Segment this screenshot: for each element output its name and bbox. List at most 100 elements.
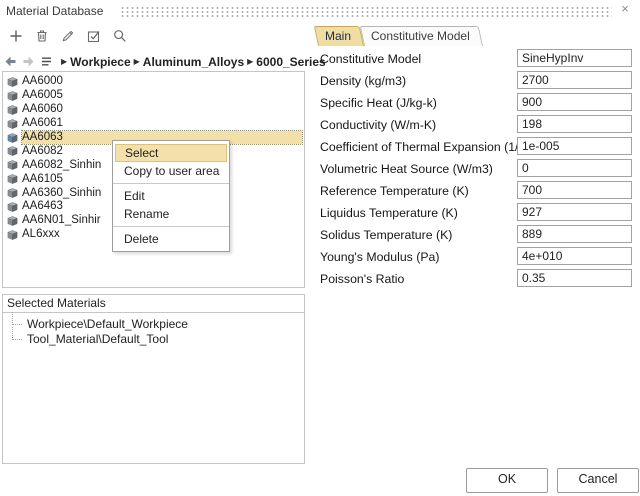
material-cube-icon	[7, 76, 18, 88]
field-label: Volumetric Heat Source (W/m3)	[320, 162, 493, 176]
material-name: AL6xxx	[22, 228, 60, 241]
property-field-row: Coefficient of Thermal Expansion (1/K)	[320, 137, 633, 159]
field-label: Specific Heat (J/kg-k)	[320, 96, 437, 110]
material-list-item[interactable]: AA6060	[3, 103, 304, 117]
field-label: Liquidus Temperature (K)	[320, 206, 458, 220]
context-menu-item[interactable]: Select	[115, 144, 227, 162]
tab-main[interactable]: Main	[318, 26, 364, 46]
property-tabs: Main Constitutive Model	[318, 26, 483, 46]
property-field-row: Volumetric Heat Source (W/m3)	[320, 159, 633, 181]
field-label: Reference Temperature (K)	[320, 184, 469, 198]
field-label: Coefficient of Thermal Expansion (1/K)	[320, 140, 531, 154]
field-value-input[interactable]	[517, 247, 632, 265]
material-name: AA6N01_Sinhir	[22, 214, 101, 227]
field-label: Constitutive Model	[320, 52, 421, 66]
field-label: Young's Modulus (Pa)	[320, 250, 439, 264]
field-value-input[interactable]	[517, 225, 632, 243]
property-field-row: Poisson's Ratio	[320, 269, 633, 291]
back-arrow-icon[interactable]	[4, 55, 17, 68]
material-list-item[interactable]: AA6005	[3, 89, 304, 103]
context-menu-item[interactable]: Edit	[115, 187, 227, 205]
material-cube-icon	[7, 118, 18, 130]
breadcrumb-separator-icon: ▶	[61, 57, 67, 66]
pencil-icon	[61, 29, 75, 43]
selected-materials-panel: Selected Materials Workpiece\Default_Wor…	[2, 294, 305, 464]
context-menu-item[interactable]: Rename	[115, 205, 227, 223]
property-field-row: Young's Modulus (Pa)	[320, 247, 633, 269]
property-fields: Constitutive Model Density (kg/m3) Speci…	[320, 49, 633, 291]
breadcrumb-item[interactable]: Aluminum_Alloys	[143, 55, 244, 69]
ok-button[interactable]: OK	[466, 468, 548, 493]
edit-button[interactable]	[61, 29, 75, 43]
field-value-input[interactable]	[517, 159, 632, 177]
material-name: AA6360_Sinhin	[22, 187, 101, 200]
material-cube-icon	[7, 132, 18, 144]
select-check-button[interactable]	[87, 29, 101, 43]
material-list-item[interactable]: AA6000	[3, 75, 304, 89]
field-label: Conductivity (W/m-K)	[320, 118, 436, 132]
close-icon[interactable]: ×	[617, 1, 633, 17]
material-name: AA6060	[22, 103, 63, 116]
material-name: AA6082	[22, 145, 63, 158]
material-name: AA6061	[22, 117, 63, 130]
delete-button[interactable]	[35, 29, 49, 43]
property-field-row: Density (kg/m3)	[320, 71, 633, 93]
breadcrumb-item[interactable]: Workpiece	[70, 55, 130, 69]
field-value-input[interactable]	[517, 93, 632, 111]
selected-material-item[interactable]: Tool_Material\Default_Tool	[3, 332, 304, 347]
selected-material-item[interactable]: Workpiece\Default_Workpiece	[3, 317, 304, 332]
field-label: Poisson's Ratio	[320, 272, 404, 286]
field-value-input[interactable]	[517, 115, 632, 133]
breadcrumb-separator-icon: ▶	[247, 57, 253, 66]
material-name: AA6463	[22, 200, 63, 213]
field-value-input[interactable]	[517, 181, 632, 199]
breadcrumb-separator-icon: ▶	[134, 57, 140, 66]
window-title: Material Database	[6, 4, 103, 18]
material-cube-icon	[7, 145, 18, 157]
material-cube-icon	[7, 159, 18, 171]
context-menu-separator	[113, 183, 229, 184]
material-cube-icon	[7, 187, 18, 199]
property-field-row: Constitutive Model	[320, 49, 633, 71]
material-cube-icon	[7, 229, 18, 241]
check-square-icon	[87, 29, 101, 43]
material-name: AA6005	[22, 89, 63, 102]
context-menu: SelectCopy to user area EditRename Delete	[112, 140, 230, 252]
selected-materials-tree: Workpiece\Default_WorkpieceTool_Material…	[3, 313, 304, 347]
context-menu-separator	[113, 226, 229, 227]
list-menu-icon[interactable]	[40, 55, 53, 68]
material-cube-icon	[7, 215, 18, 227]
cancel-button[interactable]: Cancel	[557, 468, 639, 493]
material-cube-icon	[7, 90, 18, 102]
field-label: Solidus Temperature (K)	[320, 228, 452, 242]
material-name: AA6082_Sinhin	[22, 159, 101, 172]
field-value-input[interactable]	[517, 49, 632, 67]
property-field-row: Liquidus Temperature (K)	[320, 203, 633, 225]
forward-arrow-icon[interactable]	[22, 55, 35, 68]
add-button[interactable]	[9, 29, 23, 43]
search-button[interactable]	[113, 29, 127, 43]
property-field-row: Conductivity (W/m-K)	[320, 115, 633, 137]
trash-icon	[35, 29, 49, 43]
field-value-input[interactable]	[517, 71, 632, 89]
context-menu-item[interactable]: Delete	[115, 230, 227, 248]
material-list-item[interactable]: AA6061	[3, 117, 304, 131]
material-name: AA6000	[22, 75, 63, 88]
magnifier-icon	[113, 29, 127, 43]
property-field-row: Specific Heat (J/kg-k)	[320, 93, 633, 115]
field-value-input[interactable]	[517, 269, 632, 287]
breadcrumb-item[interactable]: 6000_Series	[256, 55, 325, 69]
tab-constitutive-model[interactable]: Constitutive Model	[364, 26, 483, 46]
plus-icon	[9, 29, 23, 43]
field-value-input[interactable]	[517, 137, 632, 155]
toolbar	[9, 29, 127, 43]
material-cube-icon	[7, 201, 18, 213]
field-value-input[interactable]	[517, 203, 632, 221]
field-label: Density (kg/m3)	[320, 74, 406, 88]
context-menu-item[interactable]: Copy to user area	[115, 162, 227, 180]
drag-handle[interactable]	[120, 6, 612, 17]
breadcrumb-items: ▶Workpiece▶Aluminum_Alloys▶6000_Series	[58, 55, 326, 69]
material-cube-icon	[7, 104, 18, 116]
property-field-row: Solidus Temperature (K)	[320, 225, 633, 247]
property-field-row: Reference Temperature (K)	[320, 181, 633, 203]
